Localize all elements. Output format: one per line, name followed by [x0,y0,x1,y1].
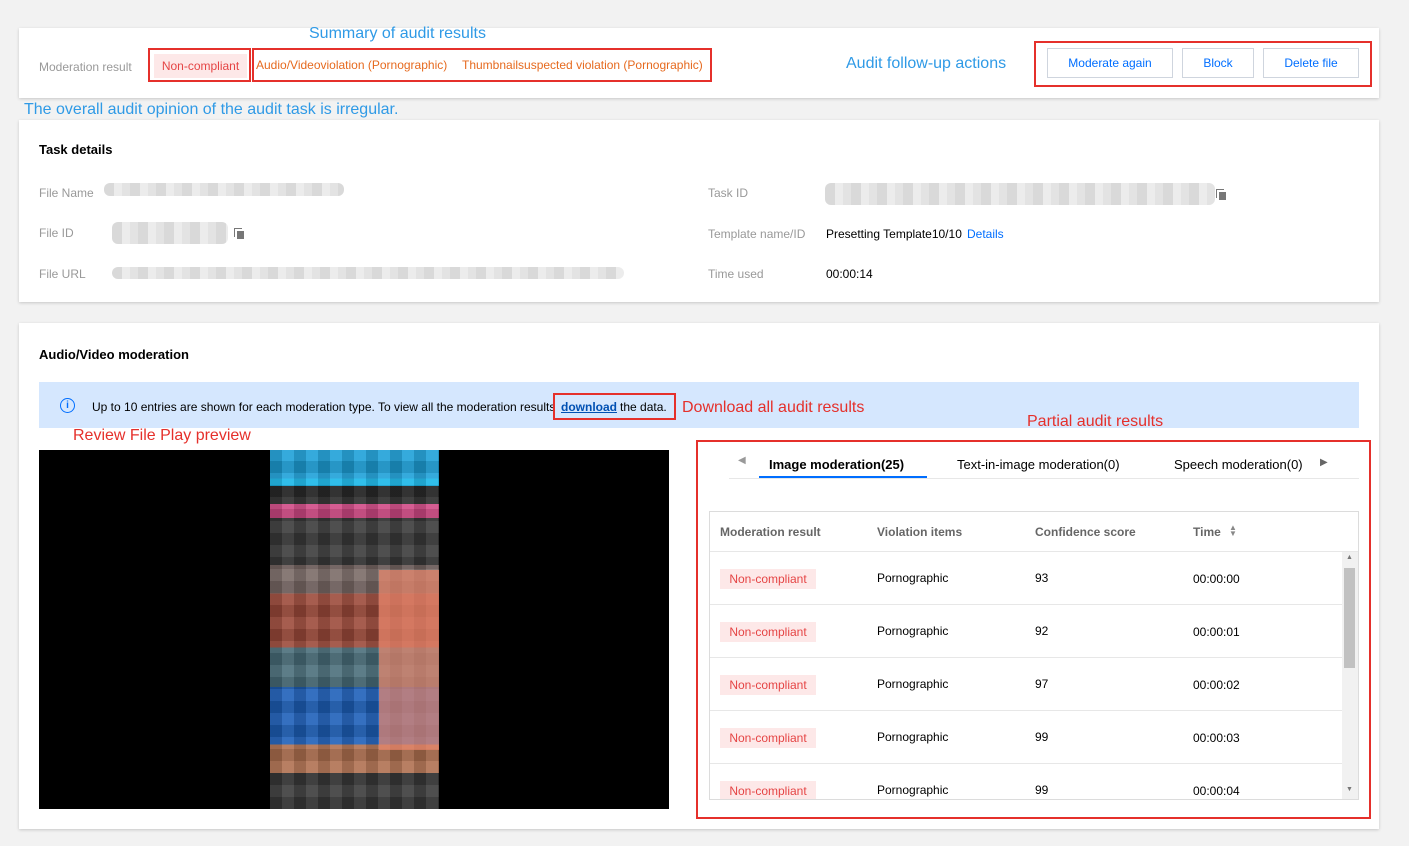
annotation-summary: Summary of audit results [309,25,486,42]
table-row: Non-compliant Pornographic 97 00:00:02 [710,658,1342,711]
info-text: Up to 10 entries are shown for each mode… [92,400,556,414]
table-row: Non-compliant Pornographic 99 00:00:03 [710,711,1342,764]
info-icon: i [60,398,75,413]
annotation-download-box [553,393,676,420]
row-result-badge: Non-compliant [720,781,816,799]
copy-icon[interactable] [234,228,244,239]
table-row: Non-compliant Pornographic 92 00:00:01 [710,605,1342,658]
row-time-link[interactable]: 00:00:01 [1193,625,1240,639]
row-violation-item: Pornographic [877,677,949,691]
row-confidence-score: 99 [1035,783,1049,797]
av-moderation-title: Audio/Video moderation [39,347,189,362]
video-player[interactable] [39,450,669,809]
task-id-value-blurred [825,183,1215,205]
task-details-title: Task details [39,142,113,157]
file-url-label: File URL [39,267,86,281]
table-header: Moderation result Violation items Confid… [710,512,1358,552]
tab-text-in-image-moderation[interactable]: Text-in-image moderation(0) [957,457,1120,472]
tabs-divider [729,478,1359,479]
annotation-review: Review File Play preview [73,427,251,444]
chevron-left-icon[interactable]: ◀ [738,455,746,466]
row-violation-item: Pornographic [877,571,949,585]
file-id-label: File ID [39,226,74,240]
time-used-value: 00:00:14 [826,267,873,281]
results-table: Moderation result Violation items Confid… [709,511,1359,800]
tab-image-moderation[interactable]: Image moderation(25) [769,457,904,472]
row-confidence-score: 93 [1035,571,1049,585]
row-result-badge: Non-compliant [720,569,816,589]
file-name-label: File Name [39,186,94,200]
template-label: Template name/ID [708,227,806,241]
sort-icon[interactable]: ▲ ▼ [1229,524,1237,538]
template-details-link[interactable]: Details [967,227,1004,241]
row-confidence-score: 92 [1035,624,1049,638]
row-violation-item: Pornographic [877,783,949,797]
file-url-value-blurred [112,267,624,279]
table-scrollbar[interactable]: ▲ ▼ [1342,552,1358,799]
annotation-violations-box [252,48,712,82]
row-time-link[interactable]: 00:00:00 [1193,572,1240,586]
chevron-right-icon[interactable]: ▶ [1320,457,1328,468]
row-time-link[interactable]: 00:00:02 [1193,678,1240,692]
annotation-overall: The overall audit opinion of the audit t… [24,101,399,118]
row-time-link[interactable]: 00:00:03 [1193,731,1240,745]
scroll-down-arrow-icon[interactable]: ▼ [1346,786,1353,793]
tab-speech-moderation[interactable]: Speech moderation(0) [1174,457,1310,472]
row-confidence-score: 97 [1035,677,1049,691]
task-id-label: Task ID [708,186,749,200]
header-time[interactable]: Time [1193,512,1221,552]
copy-icon[interactable] [1216,189,1226,200]
template-value: Presetting Template10/10 [826,227,962,241]
row-violation-item: Pornographic [877,624,949,638]
moderation-result-label: Moderation result [39,60,132,74]
annotation-actions-box [1034,41,1372,87]
annotation-summary-box [148,48,251,82]
scroll-up-arrow-icon[interactable]: ▲ [1346,554,1353,561]
file-id-value-blurred [112,222,228,244]
header-moderation-result: Moderation result [720,525,821,539]
row-result-badge: Non-compliant [720,675,816,695]
scrollbar-thumb[interactable] [1344,568,1355,668]
row-confidence-score: 99 [1035,730,1049,744]
header-confidence-score: Confidence score [1035,525,1136,539]
time-used-label: Time used [708,267,764,281]
row-violation-item: Pornographic [877,730,949,744]
table-row: Non-compliant Pornographic 93 00:00:00 [710,552,1342,605]
annotation-followup: Audit follow-up actions [846,55,1007,72]
row-time-link[interactable]: 00:00:04 [1193,784,1240,798]
file-name-value-blurred [104,183,344,196]
video-frame-skin [379,570,439,750]
row-result-badge: Non-compliant [720,622,816,642]
annotation-download: Download all audit results [682,399,865,416]
row-result-badge: Non-compliant [720,728,816,748]
header-violation-items: Violation items [877,525,963,539]
annotation-partial: Partial audit results [1027,413,1164,430]
table-row: Non-compliant Pornographic 99 00:00:04 [710,764,1342,799]
